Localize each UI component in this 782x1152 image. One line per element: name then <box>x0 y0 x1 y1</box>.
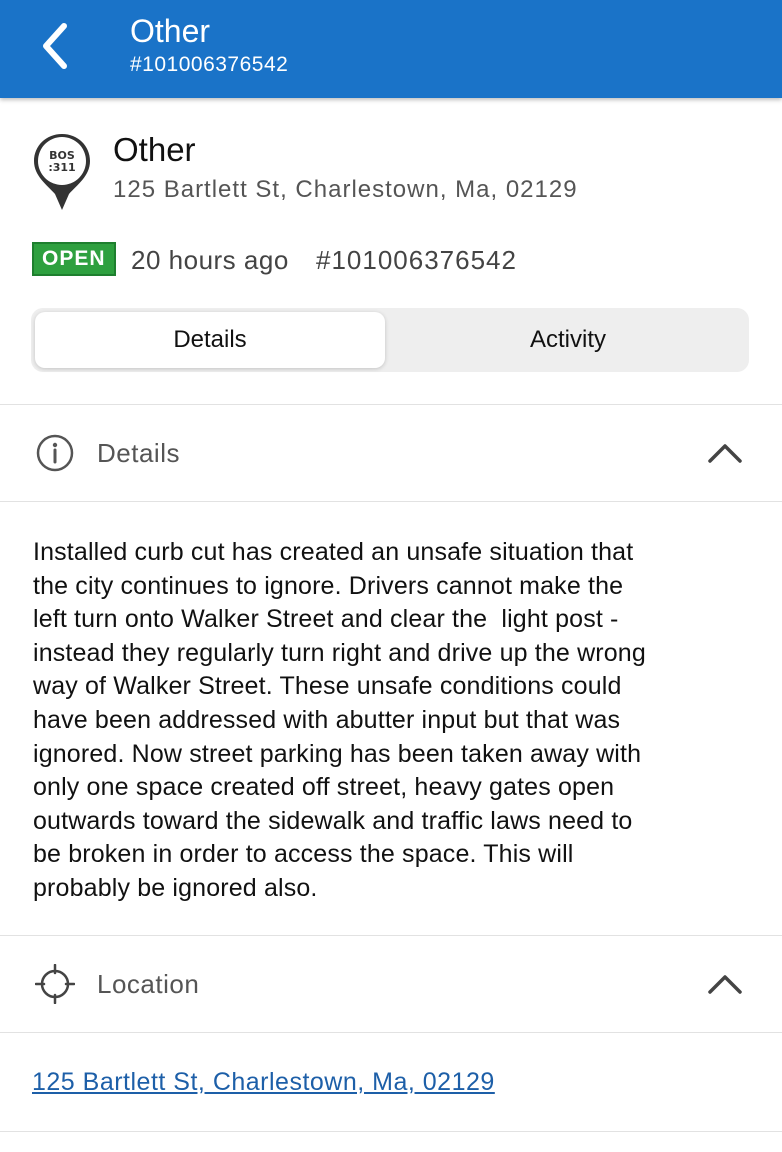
divider <box>0 1032 782 1033</box>
bos-311-pin-icon: BOS :311 <box>34 134 90 210</box>
chevron-left-icon <box>43 23 67 69</box>
back-button[interactable] <box>32 18 80 74</box>
description-line: way of Walker Street. These unsafe condi… <box>33 672 622 701</box>
crosshair-icon <box>35 964 75 1004</box>
details-section-header[interactable]: Details <box>0 405 782 501</box>
tab-details[interactable]: Details <box>35 312 385 368</box>
chevron-up-icon[interactable] <box>706 972 744 996</box>
description-line: outwards toward the sidewalk and traffic… <box>33 806 633 835</box>
divider <box>0 1131 782 1132</box>
description-line: ignored. Now street parking has been tak… <box>33 739 642 768</box>
chevron-up-icon[interactable] <box>706 441 744 465</box>
status-badge: OPEN <box>32 242 116 276</box>
location-address-link[interactable]: 125 Bartlett St, Charlestown, Ma, 02129 <box>32 1066 495 1098</box>
info-icon <box>36 434 74 472</box>
details-description: Installed curb cut has created an unsafe… <box>33 536 753 906</box>
description-line: Installed curb cut has created an unsafe… <box>33 538 634 566</box>
request-address: 125 Bartlett St, Charlestown, Ma, 02129 <box>113 176 578 203</box>
details-section-label: Details <box>97 438 180 468</box>
description-line: left turn onto Walker Street and clear t… <box>33 605 619 634</box>
app-bar-title: Other <box>130 13 211 49</box>
description-line: only one space created off street, heavy… <box>33 773 615 802</box>
app-bar: Other #101006376542 <box>0 0 782 98</box>
description-line: instead they regularly turn right and dr… <box>33 638 646 667</box>
app-bar-subtitle: #101006376542 <box>130 53 289 76</box>
description-line: be broken in order to access the space. … <box>33 840 574 869</box>
pin-label-bottom: :311 <box>48 161 75 174</box>
request-title: Other <box>113 131 196 168</box>
location-section-label: Location <box>97 969 200 999</box>
request-case-id: #101006376542 <box>316 245 517 275</box>
divider <box>0 501 782 502</box>
description-line: the city continues to ignore. Drivers ca… <box>33 571 624 600</box>
tab-activity[interactable]: Activity <box>391 312 745 368</box>
location-section-header[interactable]: Location <box>0 936 782 1032</box>
tab-switcher: Details Activity <box>31 308 749 372</box>
request-time: 20 hours ago <box>131 245 289 275</box>
description-line: probably be ignored also. <box>33 873 318 902</box>
description-line: have been addressed with abutter input b… <box>33 705 621 734</box>
